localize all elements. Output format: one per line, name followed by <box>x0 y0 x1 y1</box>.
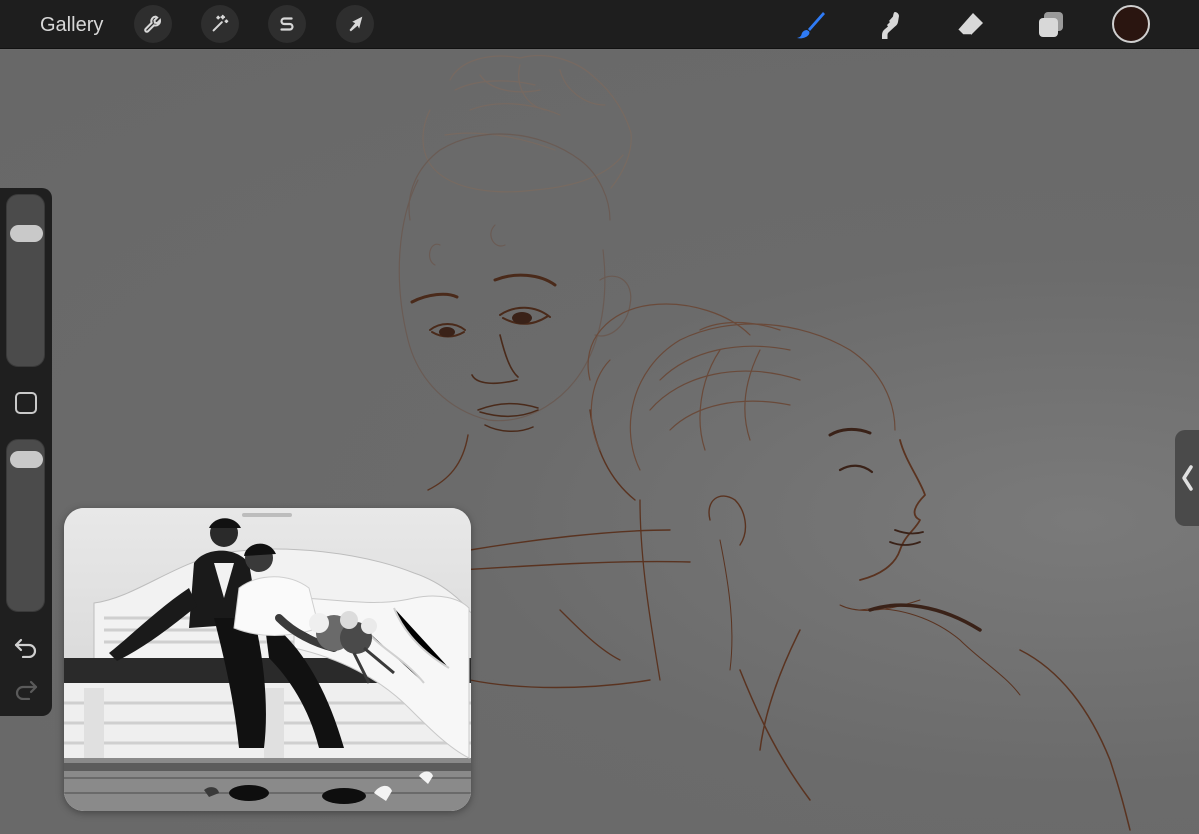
magic-wand-icon <box>212 14 229 32</box>
eraser-icon <box>957 13 983 36</box>
wrench-icon <box>144 15 161 33</box>
chevron-left-icon <box>1182 465 1193 491</box>
brush-icon <box>797 12 825 39</box>
smudge-finger-icon <box>882 12 899 39</box>
brush-size-slider-knob[interactable] <box>10 225 43 243</box>
eraser-button[interactable] <box>952 7 988 43</box>
left-sidebar <box>0 188 52 716</box>
reference-photo <box>64 508 471 811</box>
reference-window[interactable] <box>64 508 471 811</box>
arrow-cursor-icon <box>349 16 363 32</box>
modify-button[interactable] <box>15 392 37 414</box>
gallery-button[interactable]: Gallery <box>40 12 103 38</box>
redo-button[interactable] <box>11 676 41 702</box>
redo-arrow-icon <box>15 680 38 700</box>
selection-button[interactable] <box>268 5 306 43</box>
selection-s-icon <box>280 17 294 31</box>
opacity-slider[interactable] <box>6 439 45 612</box>
layers-icon <box>1039 12 1063 37</box>
opacity-slider-knob[interactable] <box>10 451 43 469</box>
undo-button[interactable] <box>11 634 41 660</box>
transform-button[interactable] <box>336 5 374 43</box>
smudge-button[interactable] <box>872 7 908 43</box>
adjustments-button[interactable] <box>201 5 239 43</box>
reference-grab-handle[interactable] <box>242 513 292 517</box>
top-toolbar: Gallery <box>0 0 1199 49</box>
brush-size-slider[interactable] <box>6 194 45 367</box>
right-panel-toggle[interactable] <box>1175 430 1199 526</box>
brush-button[interactable] <box>793 7 829 43</box>
actions-button[interactable] <box>134 5 172 43</box>
color-picker-swatch[interactable] <box>1112 5 1150 43</box>
layers-button[interactable] <box>1033 7 1069 43</box>
undo-arrow-icon <box>14 638 37 658</box>
